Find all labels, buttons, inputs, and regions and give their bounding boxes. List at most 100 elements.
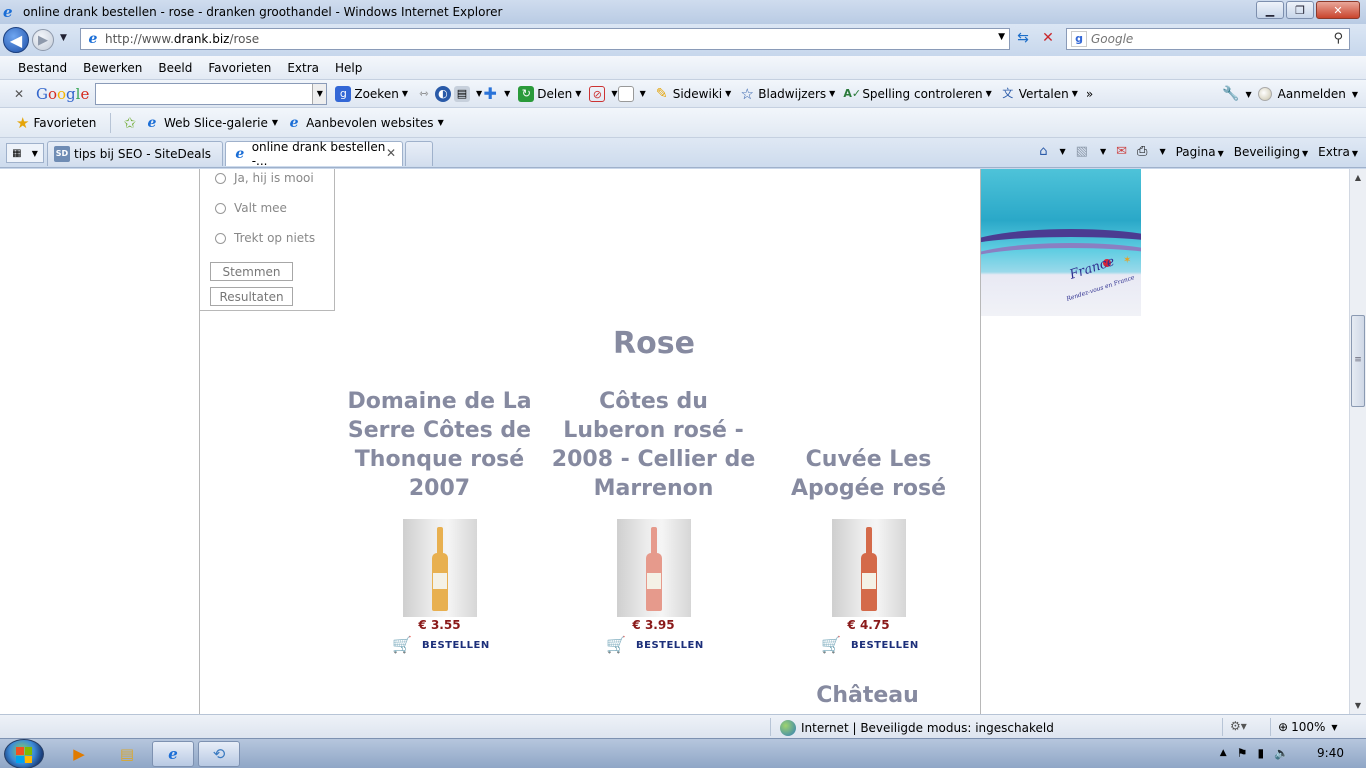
poll-option[interactable]: Ja, hij is mooi <box>215 171 314 185</box>
page-title: Rose <box>613 326 695 361</box>
more-tools-button[interactable]: » <box>1086 87 1093 101</box>
radio-button[interactable] <box>215 202 226 214</box>
favorites-button[interactable]: ★ Favorieten <box>16 114 96 132</box>
taskbar-internet-explorer[interactable]: e <box>152 741 194 767</box>
order-button[interactable]: 🛒 BESTELLEN <box>606 637 704 653</box>
tools-menu[interactable]: Extra ▼ <box>1318 145 1358 159</box>
print-icon[interactable]: ⎙ <box>1137 144 1147 159</box>
product-name[interactable]: Château <box>760 683 975 708</box>
drag-handle-icon: ⇿ <box>419 86 429 100</box>
spellcheck-button[interactable]: A✓ Spelling controleren ▼ <box>843 86 991 102</box>
command-bar: ⌂ ▼ ▧ ▼ ✉ ⎙ ▼ Pagina ▼ Beveiliging ▼ Extra ▼ <box>1039 144 1358 159</box>
network-icon[interactable]: ▮ <box>1257 746 1264 760</box>
sidewiki-button[interactable]: ✎ Sidewiki ▼ <box>654 86 731 102</box>
security-zone[interactable]: Internet | Beveiligde modus: ingeschakel… <box>780 720 1054 736</box>
results-button[interactable]: Resultaten <box>210 287 293 306</box>
start-button[interactable] <box>4 739 44 768</box>
maximize-button[interactable]: ❐ <box>1286 1 1314 19</box>
taskbar-explorer[interactable]: ▤ <box>106 741 148 767</box>
zoom-control[interactable]: ⊕ 100% ▼ <box>1278 720 1338 734</box>
back-button[interactable]: ◀ <box>3 27 29 53</box>
product-image[interactable] <box>617 519 691 617</box>
share-icon: ↻ <box>518 85 535 102</box>
suggested-sites-link[interactable]: e Aanbevolen websites ▼ <box>286 115 444 131</box>
media-player-icon: ▶ <box>73 745 85 763</box>
menu-bar: Bestand Bewerken Beeld Favorieten Extra … <box>0 56 1366 80</box>
close-toolbar-icon[interactable]: ✕ <box>14 87 24 101</box>
protected-mode-icon[interactable]: ⚙▾ <box>1230 719 1247 733</box>
search-input[interactable] <box>1091 32 1311 46</box>
stop-icon[interactable]: ✕ <box>1038 30 1058 50</box>
menu-beeld[interactable]: Beeld <box>150 61 200 75</box>
order-button[interactable]: 🛒 BESTELLEN <box>392 637 490 653</box>
chevron-down-icon[interactable]: ▼ <box>312 83 327 104</box>
search-box[interactable]: g ⚲ <box>1066 28 1350 50</box>
address-url[interactable]: http://www.drank.biz/rose <box>105 32 259 46</box>
order-button[interactable]: 🛒 BESTELLEN <box>821 637 919 653</box>
separator <box>110 112 112 133</box>
menu-help[interactable]: Help <box>327 61 370 75</box>
read-mail-icon[interactable]: ✉ <box>1116 144 1127 159</box>
scroll-down-arrow-icon[interactable]: ▼ <box>1350 697 1366 714</box>
feeds-icon[interactable]: ▧ <box>1076 144 1088 159</box>
product-name[interactable]: Côtes du Luberon rosé - 2008 - Cellier d… <box>546 387 761 503</box>
safety-menu[interactable]: Beveiliging ▼ <box>1234 145 1308 159</box>
poll-option[interactable]: Valt mee <box>215 201 287 215</box>
vertical-scrollbar[interactable]: ▲ ≡ ▼ <box>1349 169 1366 714</box>
tab-sitedeals[interactable]: SD tips bij SEO - SiteDeals <box>47 141 223 166</box>
wine-bottle <box>432 527 448 611</box>
radio-button[interactable] <box>215 172 226 184</box>
toolbar-misc-buttons[interactable]: ⇿ ◐ ▤ ▼ ✚ ▼ <box>416 85 510 102</box>
recent-pages-dropdown[interactable]: ▼ <box>60 33 67 43</box>
internet-globe-icon <box>780 720 796 736</box>
clock[interactable]: 9:40 <box>1317 746 1344 760</box>
scroll-up-arrow-icon[interactable]: ▲ <box>1350 169 1366 186</box>
menu-favorieten[interactable]: Favorieten <box>200 61 279 75</box>
window-title: online drank bestellen - rose - dranken … <box>23 5 503 19</box>
poll-option[interactable]: Trekt op niets <box>215 231 315 245</box>
show-hidden-icons-icon[interactable]: ▲ <box>1220 748 1227 758</box>
share-button[interactable]: ↻ Delen ▼ <box>518 85 581 102</box>
search-icon[interactable]: ⚲ <box>1333 31 1343 46</box>
close-tab-icon[interactable]: ✕ <box>386 146 396 160</box>
google-toolbar-search-input[interactable]: ▼ <box>95 82 328 105</box>
product-image[interactable] <box>403 519 477 617</box>
signin-button[interactable]: Aanmelden <box>1278 87 1346 101</box>
google-toolbar: ✕ Google ▼ g Zoeken ▼ ⇿ ◐ ▤ ▼ ✚ ▼ ↻ Delen ▼ ⊘ ▼ ▼ ✎… <box>0 80 1366 108</box>
page-menu[interactable]: Pagina ▼ <box>1176 145 1224 159</box>
web-slice-gallery-link[interactable]: e Web Slice-galerie ▼ <box>144 115 279 131</box>
taskbar-media-player[interactable]: ▶ <box>58 741 100 767</box>
menu-bestand[interactable]: Bestand <box>10 61 75 75</box>
forward-button[interactable]: ▶ <box>32 29 54 51</box>
product-image[interactable] <box>832 519 906 617</box>
translate-button[interactable]: 文 Vertalen ▼ <box>1000 86 1078 102</box>
add-to-favorites-bar-icon[interactable]: ✩ <box>123 114 136 132</box>
scroll-thumb[interactable]: ≡ <box>1351 315 1365 407</box>
popup-blocker-button[interactable]: ⊘ ▼ ▼ <box>589 85 646 102</box>
minimize-button[interactable]: ▁ <box>1256 1 1284 19</box>
refresh-icon[interactable]: ⇆ <box>1012 30 1034 50</box>
menu-bewerken[interactable]: Bewerken <box>75 61 150 75</box>
bookmarks-button[interactable]: ☆ Bladwijzers ▼ <box>739 86 836 102</box>
quick-tabs-button[interactable]: ▦ ▼ <box>6 143 44 163</box>
volume-icon[interactable]: 🔈 <box>1274 746 1289 760</box>
vote-button[interactable]: Stemmen <box>210 262 293 281</box>
france-tourism-banner[interactable]: ✶ France Rendez-vous en France <box>981 169 1141 316</box>
radio-button[interactable] <box>215 232 226 244</box>
action-center-flag-icon[interactable]: ⚑ <box>1237 746 1248 760</box>
tab-drank-rose[interactable]: e online drank bestellen -... ✕ <box>225 140 403 168</box>
close-button[interactable]: ✕ <box>1316 1 1360 19</box>
menu-extra[interactable]: Extra <box>279 61 327 75</box>
new-tab-button[interactable] <box>405 141 433 166</box>
bottle-label <box>433 573 447 589</box>
taskbar-app[interactable]: ⟲ <box>198 741 240 767</box>
address-bar[interactable]: e http://www.drank.biz/rose ▼ <box>80 28 1010 50</box>
google-search-button[interactable]: g Zoeken ▼ <box>335 85 408 102</box>
google-search-provider-icon[interactable]: g <box>1071 31 1087 47</box>
address-dropdown-icon[interactable]: ▼ <box>998 32 1005 42</box>
wrench-settings-icon[interactable]: 🔧 <box>1222 86 1239 102</box>
product-name[interactable]: Domaine de La Serre Côtes de Thonque ros… <box>332 387 547 503</box>
system-tray: ▲ ⚑ ▮ 🔈 9:40 <box>1220 746 1356 760</box>
product-name[interactable]: Cuvée Les Apogée rosé <box>761 445 976 503</box>
home-icon[interactable]: ⌂ <box>1039 144 1047 159</box>
